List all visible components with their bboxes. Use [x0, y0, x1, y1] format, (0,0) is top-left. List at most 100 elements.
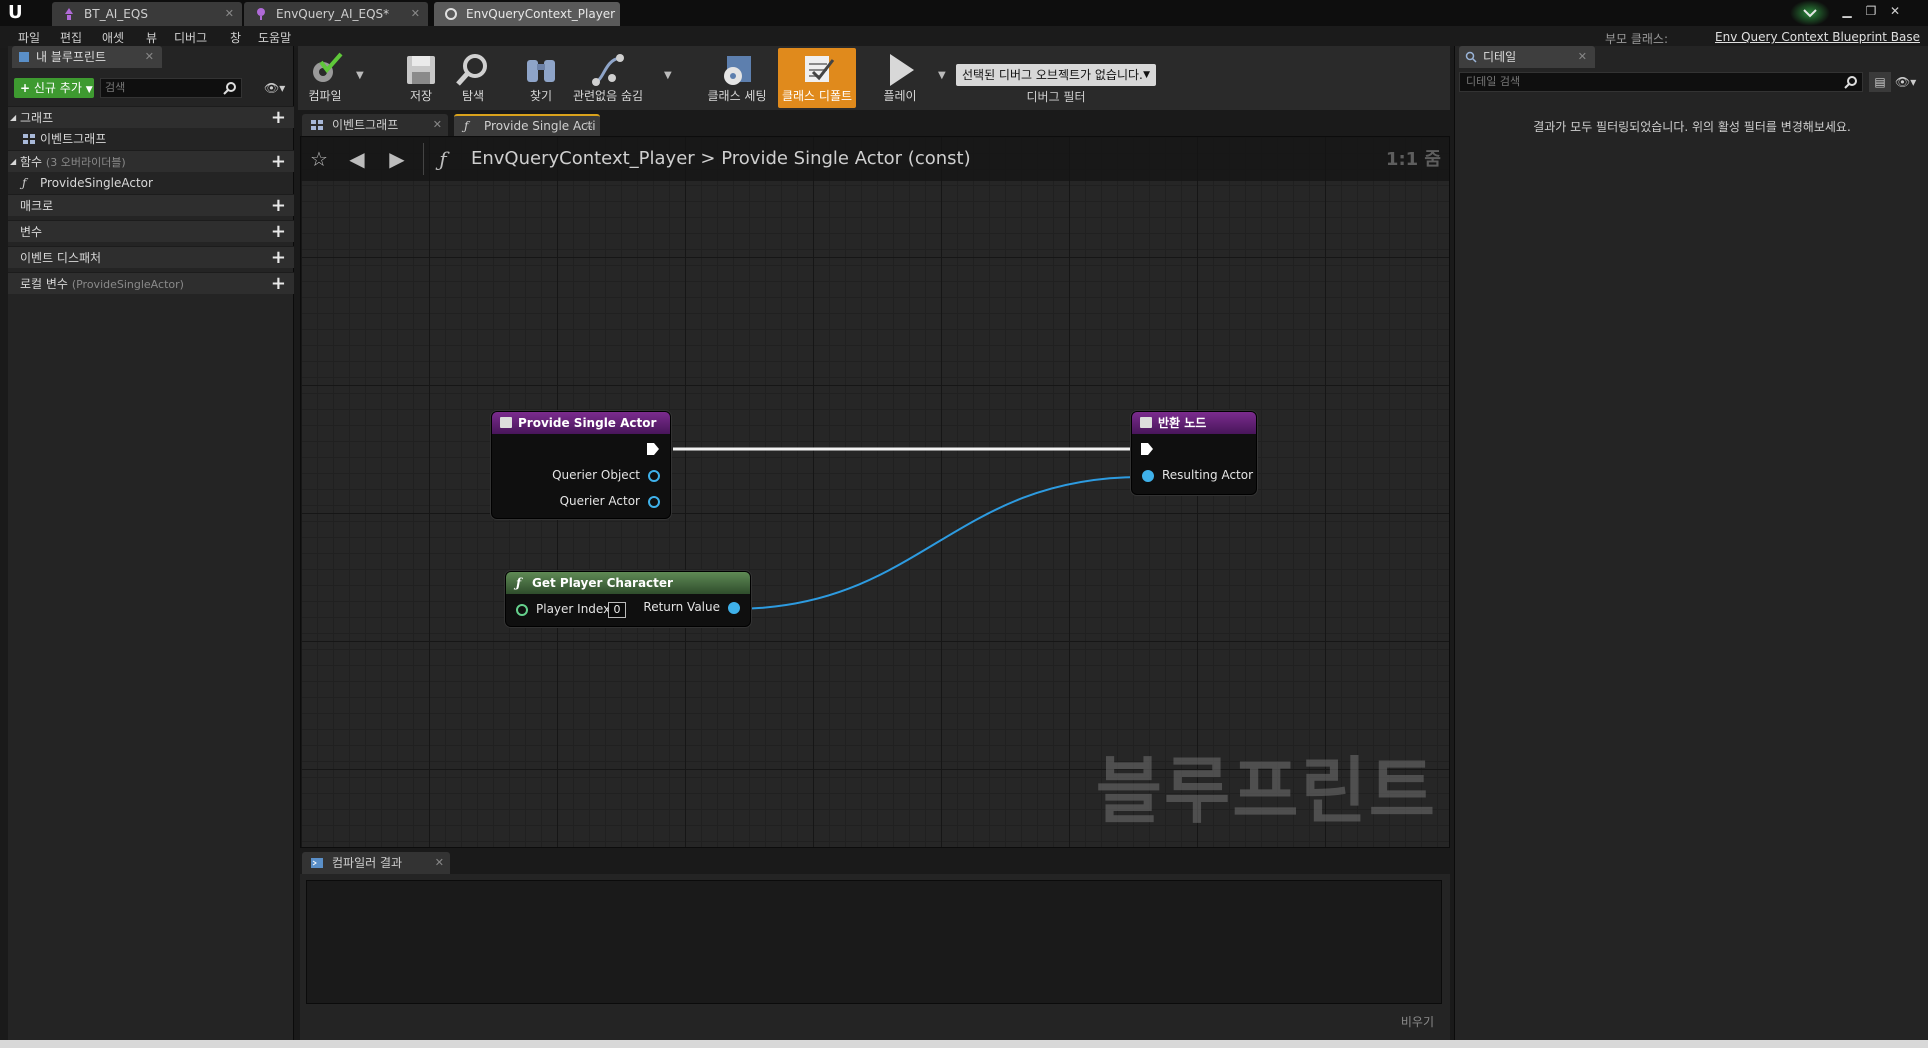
tab-compiler-results[interactable]: 컴파일러 결과 ✕	[302, 852, 450, 874]
graph-tab-bar: 이벤트그래프 ✕ ƒ Provide Single Acti ✕	[300, 112, 1450, 136]
my-blueprint-tab[interactable]: 내 블루프린트 ✕	[12, 46, 162, 68]
menu-window[interactable]: 창	[230, 29, 241, 46]
debug-object-value: 선택된 디버그 오브젝트가 없습니다.	[962, 68, 1143, 82]
expand-arrow-icon: ◢	[10, 113, 17, 122]
clear-button[interactable]: 비우기	[1401, 1013, 1434, 1030]
section-variables[interactable]: 변수 +	[8, 220, 294, 242]
browse-button[interactable]: 탐색	[448, 48, 498, 108]
section-functions[interactable]: ◢ 함수 (3 오버라이더블) +	[8, 150, 294, 172]
return-value-pin[interactable]	[728, 602, 740, 614]
graph-canvas[interactable]: ☆ ◀ ▶ ƒ EnvQueryContext_Player > Provide…	[300, 136, 1450, 848]
tree-item-provide-single-actor[interactable]: ƒ ProvideSingleActor	[8, 172, 294, 194]
compile-options-dropdown-icon[interactable]: ▼	[356, 70, 364, 81]
section-graphs[interactable]: ◢ 그래프 +	[8, 106, 294, 128]
player-index-input[interactable]: 0	[608, 602, 626, 618]
class-settings-button[interactable]: 클래스 세팅	[704, 48, 770, 108]
add-new-button[interactable]: + 신규 추가 ▼	[14, 78, 94, 98]
my-blueprint-search-input[interactable]: 검색	[100, 78, 242, 98]
play-button[interactable]: 플레이	[872, 48, 928, 108]
visibility-eye-icon[interactable]: 👁▾	[1895, 72, 1925, 92]
doc-tab-envquerycontext[interactable]: EnvQueryContext_Player	[434, 2, 620, 26]
close-icon[interactable]: ✕	[145, 46, 154, 68]
hide-unrelated-dropdown-icon[interactable]: ▼	[664, 70, 672, 81]
entry-node[interactable]: Provide Single Actor Querier Object Quer…	[491, 411, 671, 519]
chevron-down-icon: ▼	[85, 85, 93, 95]
function-return-icon	[1140, 417, 1152, 428]
my-blueprint-tab-label: 내 블루프린트	[36, 50, 107, 64]
unreal-logo-icon: U	[8, 2, 23, 23]
minimize-icon[interactable]: ▁	[1836, 2, 1858, 20]
tab-event-graph[interactable]: 이벤트그래프 ✕	[302, 114, 448, 136]
event-graph-icon	[23, 134, 35, 144]
compiler-results-icon	[311, 858, 323, 868]
menu-help[interactable]: 도움말	[258, 29, 291, 46]
section-dispatchers-label: 이벤트 디스패처	[20, 251, 102, 265]
return-node-title: 반환 노드	[1158, 416, 1207, 430]
menu-view[interactable]: 뷰	[146, 29, 157, 46]
search-icon	[1844, 76, 1857, 89]
visibility-eye-icon[interactable]: 👁▾	[264, 78, 290, 98]
add-variable-plus-icon[interactable]: +	[271, 221, 286, 243]
hide-unrelated-nodes-icon	[592, 54, 624, 86]
add-dispatcher-plus-icon[interactable]: +	[271, 247, 286, 269]
my-blueprint-panel: 내 블루프린트 ✕ + 신규 추가 ▼ 검색 👁▾ ◢ 그래프 + 이벤트그래프…	[8, 46, 294, 1040]
debug-object-select[interactable]: 선택된 디버그 오브젝트가 없습니다. ▼	[956, 64, 1156, 86]
tab-provide-single-actor[interactable]: ƒ Provide Single Acti ✕	[454, 114, 600, 136]
title-bar: U BT_AI_EQS ✕ EnvQuery_AI_EQS* ✕ EnvQuer…	[0, 0, 1928, 26]
get-player-character-header: ƒ Get Player Character	[506, 572, 750, 594]
add-function-plus-icon[interactable]: +	[271, 151, 286, 173]
restore-icon[interactable]: ❐	[1860, 2, 1882, 20]
find-label: 찾기	[529, 89, 553, 103]
exec-output-pin[interactable]	[646, 442, 660, 456]
close-icon[interactable]: ✕	[411, 2, 420, 26]
return-node[interactable]: 반환 노드 Resulting Actor	[1131, 411, 1257, 495]
resulting-actor-pin[interactable]	[1142, 470, 1154, 482]
menu-debug[interactable]: 디버그	[174, 29, 207, 46]
compiler-log-area[interactable]	[306, 880, 1442, 1004]
details-tab[interactable]: 디테일 ✕	[1459, 46, 1595, 68]
resulting-actor-label: Resulting Actor	[1162, 468, 1254, 482]
doc-tab-envquery[interactable]: EnvQuery_AI_EQS* ✕	[244, 2, 428, 26]
play-options-dropdown-icon[interactable]: ▼	[938, 70, 946, 81]
menu-edit[interactable]: 편집	[60, 29, 82, 46]
close-icon[interactable]: ✕	[433, 114, 442, 136]
section-event-dispatchers[interactable]: 이벤트 디스패처 +	[8, 246, 294, 268]
section-macros-label: 매크로	[20, 199, 54, 213]
menu-asset[interactable]: 애셋	[102, 29, 124, 46]
play-label: 플레이	[883, 89, 917, 103]
blueprint-icon	[19, 52, 29, 62]
player-index-pin[interactable]	[516, 604, 528, 616]
details-search-input[interactable]: 디테일 검색	[1459, 72, 1863, 92]
querier-object-pin[interactable]	[648, 470, 660, 482]
section-macros[interactable]: 매크로 +	[8, 194, 294, 216]
close-icon[interactable]: ✕	[225, 2, 234, 26]
parent-class-link[interactable]: Env Query Context Blueprint Base	[1715, 30, 1920, 44]
section-local-variables[interactable]: 로컬 변수 (ProvideSingleActor) +	[8, 272, 294, 294]
chevron-down-icon	[1803, 9, 1817, 18]
property-matrix-icon[interactable]: ▤	[1869, 72, 1891, 92]
data-wire	[732, 476, 1142, 610]
compile-button[interactable]: 컴파일	[300, 48, 350, 108]
close-icon[interactable]: ✕	[585, 116, 594, 136]
add-graph-plus-icon[interactable]: +	[271, 107, 286, 129]
function-icon: ƒ	[516, 576, 522, 590]
doc-tab-bt-ai-eqs[interactable]: BT_AI_EQS ✕	[52, 2, 242, 26]
close-window-icon[interactable]: ✕	[1884, 2, 1906, 20]
return-value-label: Return Value	[643, 600, 720, 614]
add-local-variable-plus-icon[interactable]: +	[271, 273, 286, 295]
class-defaults-button[interactable]: 클래스 디폴트	[778, 48, 856, 108]
get-player-character-node[interactable]: ƒ Get Player Character Player Index 0 Re…	[505, 571, 751, 627]
menu-file[interactable]: 파일	[18, 29, 40, 46]
close-icon[interactable]: ✕	[435, 852, 444, 874]
blueprint-watermark: 블루프린트	[1095, 749, 1437, 833]
querier-actor-pin[interactable]	[648, 496, 660, 508]
close-icon[interactable]: ✕	[1578, 46, 1587, 68]
blueprint-circle-icon	[445, 8, 457, 20]
hide-unrelated-button[interactable]: 관련없음 숨김	[568, 48, 648, 108]
tree-item-event-graph[interactable]: 이벤트그래프	[8, 128, 294, 150]
source-control-icon[interactable]	[1790, 0, 1830, 26]
exec-input-pin[interactable]	[1140, 442, 1154, 456]
find-button[interactable]: 찾기	[516, 48, 566, 108]
add-macro-plus-icon[interactable]: +	[271, 195, 286, 217]
save-button[interactable]: 저장	[396, 48, 446, 108]
